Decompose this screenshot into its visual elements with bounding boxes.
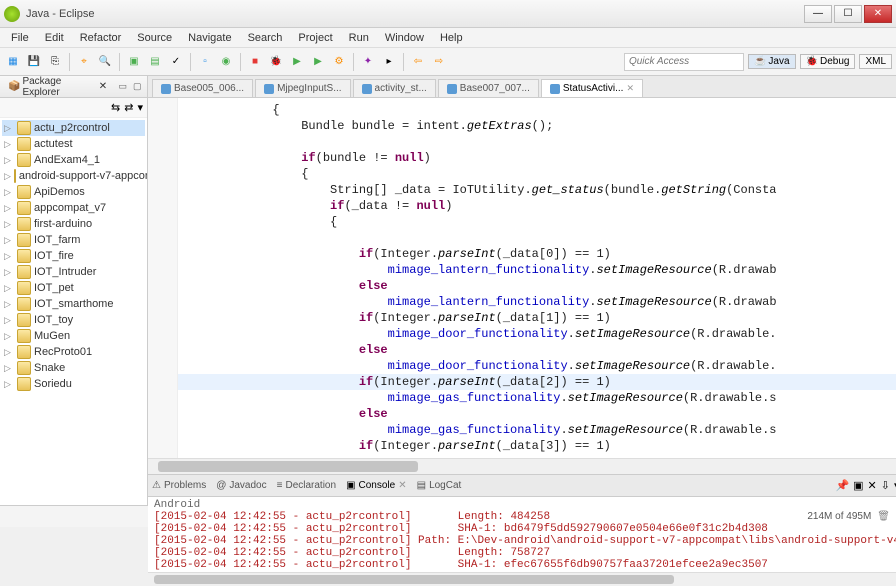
debug-button[interactable]: 🐞 — [267, 53, 285, 71]
project-item[interactable]: ▷Soriedu — [2, 376, 145, 392]
menu-search[interactable]: Search — [241, 30, 290, 46]
lint-button[interactable]: ✓ — [167, 53, 185, 71]
window-titlebar: Java - Eclipse — ☐ ✕ — [0, 0, 896, 28]
project-item[interactable]: ▷IOT_toy — [2, 312, 145, 328]
project-item[interactable]: ▷IOT_smarthome — [2, 296, 145, 312]
menu-source[interactable]: Source — [130, 30, 179, 46]
project-item[interactable]: ▷AndExam4_1 — [2, 152, 145, 168]
menu-run[interactable]: Run — [342, 30, 376, 46]
project-item[interactable]: ▷android-support-v7-appcom — [2, 168, 145, 184]
avd-button[interactable]: ▤ — [146, 53, 164, 71]
android-sdk-button[interactable]: ▣ — [125, 53, 143, 71]
save-all-button[interactable]: ⎘ — [46, 53, 64, 71]
window-title: Java - Eclipse — [26, 8, 94, 20]
bottom-tab-problems[interactable]: ⚠ Problems — [152, 480, 206, 491]
editor-tab[interactable]: Base005_006... — [152, 79, 253, 97]
code-editor[interactable]: { Bundle bundle = intent.getExtras(); if… — [178, 98, 896, 458]
editor-panel: Base005_006...MjpegInputS...activity_st.… — [148, 76, 896, 474]
project-item[interactable]: ▷IOT_fire — [2, 248, 145, 264]
menu-navigate[interactable]: Navigate — [181, 30, 238, 46]
clear-icon[interactable]: ✕ — [868, 479, 877, 492]
editor-tab[interactable]: Base007_007... — [438, 79, 539, 97]
project-item[interactable]: ▷appcompat_v7 — [2, 200, 145, 216]
project-item[interactable]: ▷actu_p2rcontrol — [2, 120, 145, 136]
forward-button[interactable]: ⇨ — [430, 53, 448, 71]
menubar: FileEditRefactorSourceNavigateSearchProj… — [0, 28, 896, 48]
maximize-button[interactable]: ☐ — [834, 5, 862, 23]
perspective-xml[interactable]: XML — [859, 54, 892, 69]
stop-button[interactable]: ■ — [246, 53, 264, 71]
menu-help[interactable]: Help — [433, 30, 470, 46]
console-hscrollbar[interactable] — [148, 572, 896, 586]
minimize-view-icon[interactable]: ▭ — [117, 81, 128, 93]
menu-refactor[interactable]: Refactor — [73, 30, 129, 46]
run-button[interactable]: ▶ — [288, 53, 306, 71]
package-explorer-tab[interactable]: 📦 Package Explorer ✕ — [4, 74, 111, 100]
menu-file[interactable]: File — [4, 30, 36, 46]
project-item[interactable]: ▷IOT_farm — [2, 232, 145, 248]
bottom-tab-logcat[interactable]: ▤ LogCat — [417, 480, 462, 491]
menu-project[interactable]: Project — [291, 30, 339, 46]
link-editor-icon[interactable]: ⇄ — [124, 101, 133, 114]
new-package-button[interactable]: ▫ — [196, 53, 214, 71]
heap-status: 214M of 495M — [807, 511, 871, 522]
external-tools-button[interactable]: ⚙ — [330, 53, 348, 71]
collapse-all-icon[interactable]: ⇆ — [111, 101, 120, 114]
editor-tab[interactable]: StatusActivi... ✕ — [541, 79, 643, 97]
perspective-java[interactable]: ☕ Java — [748, 54, 796, 69]
run-last-button[interactable]: ▶ — [309, 53, 327, 71]
editor-gutter — [148, 98, 178, 458]
scroll-lock-icon[interactable]: ⇩ — [881, 479, 890, 492]
pin-icon[interactable]: 📌 — [835, 479, 849, 492]
project-item[interactable]: ▷MuGen — [2, 328, 145, 344]
toggle-breadcrumb-button[interactable]: ▸ — [380, 53, 398, 71]
package-explorer-panel: 📦 Package Explorer ✕ ▭ ▢ ⇆ ⇄ ▾ ▷actu_p2r… — [0, 76, 148, 505]
console-output[interactable]: Android[2015-02-04 12:42:55 - actu_p2rco… — [148, 497, 896, 572]
project-item[interactable]: ▷ApiDemos — [2, 184, 145, 200]
package-tree[interactable]: ▷actu_p2rcontrol▷actutest▷AndExam4_1▷and… — [0, 118, 147, 505]
menu-window[interactable]: Window — [378, 30, 431, 46]
new-junit-button[interactable]: ✦ — [359, 53, 377, 71]
editor-hscrollbar[interactable] — [148, 458, 896, 474]
new-button[interactable]: ▦ — [4, 53, 22, 71]
maximize-view-icon[interactable]: ▢ — [132, 81, 143, 93]
bottom-panel: ⚠ Problems @ Javadoc ≡ Declaration ▣ Consol… — [148, 474, 896, 586]
editor-tab[interactable]: activity_st... — [353, 79, 436, 97]
menu-edit[interactable]: Edit — [38, 30, 71, 46]
editor-tabs: Base005_006...MjpegInputS...activity_st.… — [148, 76, 896, 98]
project-item[interactable]: ▷actutest — [2, 136, 145, 152]
save-button[interactable]: 💾 — [25, 53, 43, 71]
project-item[interactable]: ▷IOT_pet — [2, 280, 145, 296]
new-class-button[interactable]: ◉ — [217, 53, 235, 71]
project-item[interactable]: ▷first-arduino — [2, 216, 145, 232]
quick-access-input[interactable] — [624, 53, 744, 71]
project-item[interactable]: ▷RecProto01 — [2, 344, 145, 360]
display-icon[interactable]: ▣ — [853, 479, 863, 492]
perspective-debug[interactable]: 🐞 Debug — [800, 54, 856, 69]
editor-tab[interactable]: MjpegInputS... — [255, 79, 350, 97]
project-item[interactable]: ▷Snake — [2, 360, 145, 376]
search-button[interactable]: 🔍 — [96, 53, 114, 71]
back-button[interactable]: ⇦ — [409, 53, 427, 71]
close-button[interactable]: ✕ — [864, 5, 892, 23]
open-type-button[interactable]: ⌖ — [75, 53, 93, 71]
bottom-tab-console[interactable]: ▣ Console ✕ — [346, 480, 407, 491]
gc-icon[interactable]: 🗑 — [877, 511, 890, 522]
project-item[interactable]: ▷IOT_Intruder — [2, 264, 145, 280]
eclipse-icon — [4, 6, 20, 22]
bottom-tab-declaration[interactable]: ≡ Declaration — [277, 480, 336, 491]
bottom-tab-javadoc[interactable]: @ Javadoc — [216, 480, 266, 491]
view-menu-icon[interactable]: ▾ — [137, 101, 143, 114]
minimize-button[interactable]: — — [804, 5, 832, 23]
main-toolbar: ▦ 💾 ⎘ ⌖ 🔍 ▣ ▤ ✓ ▫ ◉ ■ 🐞 ▶ ▶ ⚙ ✦ ▸ ⇦ ⇨ ☕ … — [0, 48, 896, 76]
